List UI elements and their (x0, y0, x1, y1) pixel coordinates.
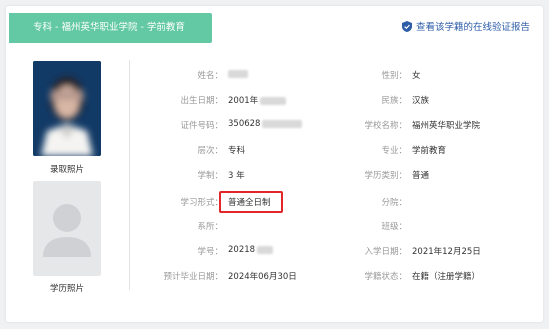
graduation-photo-label: 学历照片 (49, 284, 84, 294)
gender-value: 女 (412, 71, 421, 81)
expected-graduation-label: 预计毕业日期： (163, 272, 223, 282)
class-label: 班级： (381, 222, 407, 232)
duration-label: 学制： (197, 171, 223, 181)
student-id-label: 学号： (197, 247, 223, 257)
department-label: 系所： (197, 222, 223, 232)
major-label: 专业： (381, 146, 407, 156)
duration-value: 3 年 (228, 171, 245, 181)
enrollment-date-value: 2021年12月25日 (412, 247, 481, 257)
student-id-value: 20218 (228, 245, 274, 255)
major-value: 学前教育 (412, 146, 447, 156)
program-banner: 专科 - 福州英华职业学院 - 学前教育 (9, 13, 212, 43)
branch-college-label: 分院： (381, 198, 407, 208)
enrollment-date-label: 入学日期： (364, 247, 407, 257)
person-silhouette-icon (43, 204, 91, 257)
id-number-value: 350628 (228, 119, 303, 129)
verification-report-link[interactable]: 查看该学籍的在线验证报告 (401, 19, 530, 33)
ethnicity-label: 民族： (381, 96, 407, 106)
ethnicity-value: 汉族 (412, 96, 430, 106)
degree-type-label: 学历类别： (364, 171, 407, 181)
study-mode-highlight (219, 191, 283, 213)
enrollment-photo (33, 61, 101, 156)
shield-check-icon (401, 20, 412, 32)
graduation-photo-placeholder (33, 181, 101, 276)
school-name-value: 福州英华职业学院 (412, 121, 481, 131)
divider (129, 60, 130, 290)
id-number-label: 证件号码： (180, 121, 223, 131)
school-name-label: 学校名称： (364, 121, 407, 131)
verification-report-label: 查看该学籍的在线验证报告 (415, 22, 530, 33)
name-label: 姓名： (197, 71, 223, 81)
gender-label: 性别： (381, 71, 407, 81)
student-status-card: 专科 - 福州英华职业学院 - 学前教育 查看该学籍的在线验证报告 录取照片 学… (6, 6, 543, 322)
name-value (228, 69, 248, 79)
level-label: 层次： (197, 146, 223, 156)
enrollment-photo-label: 录取照片 (49, 165, 84, 175)
status-label: 学籍状态： (364, 272, 407, 282)
degree-type-value: 普通 (412, 171, 430, 181)
expected-graduation-value: 2024年06月30日 (228, 272, 297, 282)
level-value: 专科 (228, 146, 246, 156)
status-value: 在籍（注册学籍） (412, 272, 481, 282)
birthdate-label: 出生日期： (180, 96, 223, 106)
study-mode-label: 学习形式： (180, 198, 223, 208)
birthdate-value: 2001年 (228, 94, 287, 106)
